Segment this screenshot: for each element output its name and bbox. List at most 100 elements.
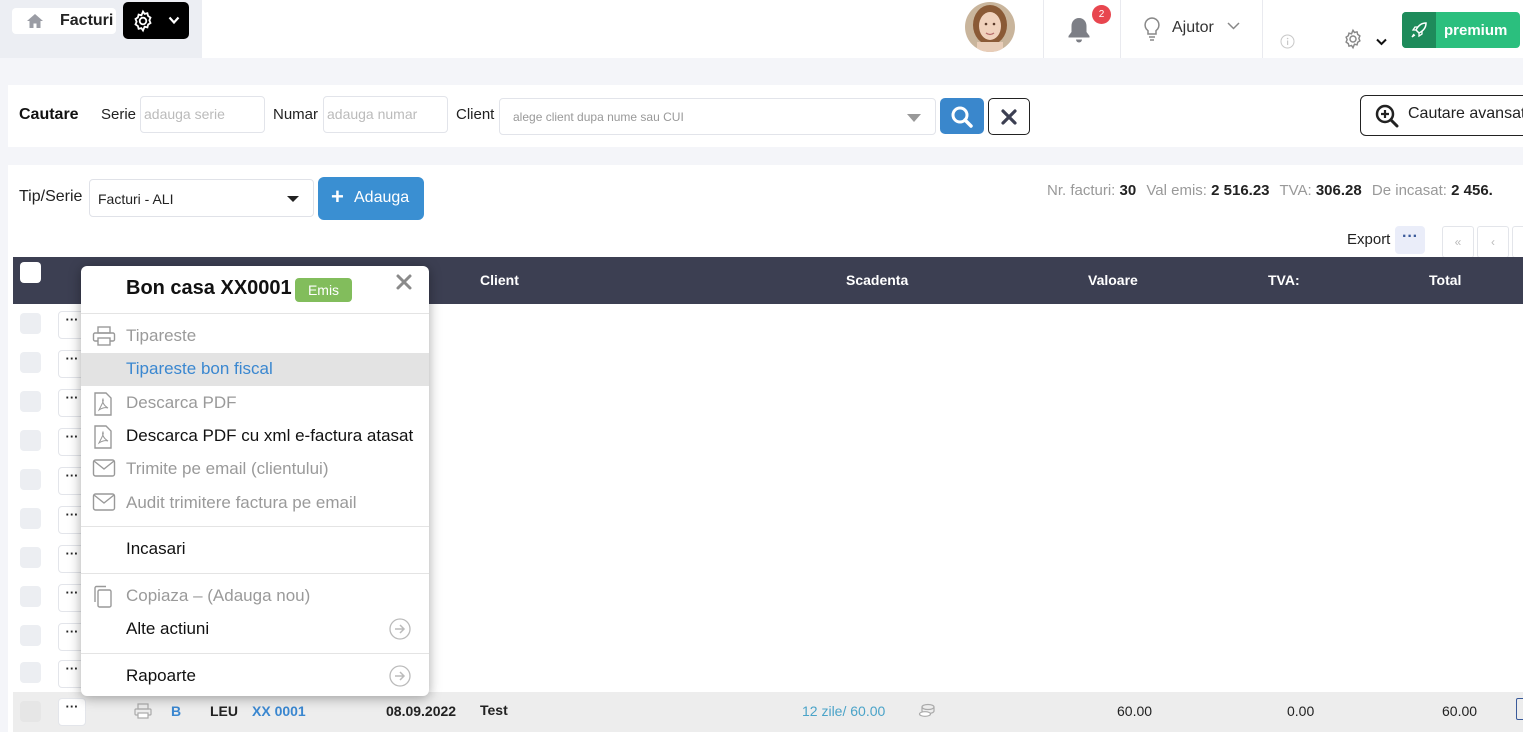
close-icon[interactable] [395, 273, 413, 291]
menu-item-download-pdf[interactable]: Descarca PDF [81, 387, 429, 419]
top-bar: Facturi 2 Ajutor premium [0, 0, 1523, 58]
envelope-icon [92, 493, 116, 511]
menu-item-label: Audit trimitere factura pe email [126, 493, 357, 512]
search-title: Cautare [19, 106, 79, 123]
coins-icon[interactable] [918, 703, 936, 719]
serie-label: Serie [101, 106, 137, 123]
gear-icon[interactable] [1342, 28, 1364, 50]
chevron-down-icon [168, 16, 180, 25]
row-checkbox[interactable] [20, 430, 41, 451]
row-number-link[interactable]: XX 0001 [252, 703, 306, 719]
lightbulb-icon[interactable] [1142, 16, 1162, 42]
search-button[interactable] [940, 98, 984, 134]
plus-icon: + [331, 184, 344, 209]
envelope-icon [92, 459, 116, 477]
menu-item-download-pdf-xml[interactable]: Descarca PDF cu xml e-factura atasat [81, 420, 429, 452]
client-select[interactable]: alege client dupa nume sau CUI [499, 98, 936, 135]
home-tab[interactable]: Facturi [0, 0, 202, 58]
numar-label: Numar [273, 106, 319, 123]
col-client[interactable]: Client [480, 272, 519, 288]
menu-item-label: Trimite pe email (clientului) [126, 459, 329, 478]
menu-item-print-fiscal[interactable]: Tipareste bon fiscal [81, 353, 429, 386]
menu-item-email-audit[interactable]: Audit trimitere factura pe email [81, 487, 429, 519]
menu-title: Bon casa XX0001 [126, 277, 292, 299]
pager-prev-button[interactable]: ‹ [1477, 226, 1509, 258]
tip-serie-select[interactable]: Facturi - ALI [89, 179, 314, 217]
arrow-right-icon [389, 618, 411, 640]
close-icon [1001, 109, 1017, 125]
menu-item-label: Tipareste [126, 326, 197, 345]
row-valoare: 60.00 [1117, 703, 1153, 719]
client-label: Client [456, 106, 495, 123]
row-checkbox[interactable] [20, 547, 41, 568]
chevron-down-icon[interactable] [1227, 22, 1240, 30]
menu-item-label: Incasari [126, 539, 186, 558]
tip-serie-value: Facturi - ALI [98, 191, 174, 207]
row-checkbox[interactable] [20, 625, 41, 646]
settings-dropdown-button[interactable] [123, 2, 189, 39]
add-button[interactable]: + Adauga [318, 177, 424, 220]
stat-label: De incasat: [1371, 182, 1447, 199]
menu-divider [81, 653, 429, 654]
row-checkbox[interactable] [20, 701, 41, 722]
row-checkbox[interactable] [20, 469, 41, 490]
stat-value: 30 [1119, 182, 1137, 199]
gear-icon [134, 9, 152, 33]
avatar[interactable] [965, 2, 1015, 52]
row-total: 60.00 [1442, 703, 1478, 719]
help-menu[interactable]: Ajutor [1172, 19, 1214, 37]
zoom-in-icon [1375, 104, 1399, 128]
menu-item-send-email[interactable]: Trimite pe email (clientului) [81, 453, 429, 485]
export-button[interactable]: ··· [1395, 226, 1425, 254]
row-date: 08.09.2022 [386, 703, 457, 719]
col-scadenta[interactable]: Scadenta [846, 272, 908, 288]
printer-icon[interactable] [134, 703, 152, 719]
menu-divider [81, 313, 429, 314]
menu-item-label: Copiaza – (Adauga nou) [126, 586, 311, 605]
chevron-down-icon[interactable] [1376, 38, 1387, 46]
document-icon[interactable] [1516, 698, 1523, 720]
row-checkbox[interactable] [20, 352, 41, 373]
advanced-search-button[interactable]: Cautare avansata [1360, 95, 1523, 136]
rocket-icon [1411, 22, 1427, 38]
divider [1120, 0, 1121, 58]
home-pill[interactable]: Facturi [12, 8, 116, 34]
printer-icon [92, 326, 116, 346]
page-title: Facturi [60, 12, 114, 29]
advanced-search-label: Cautare avansata [1408, 105, 1523, 122]
select-all-checkbox[interactable] [20, 262, 41, 283]
pager-button[interactable] [1512, 226, 1523, 258]
serie-input[interactable]: adauga serie [140, 96, 265, 133]
row-actions-button[interactable]: ··· [58, 698, 86, 726]
menu-item-label: Tipareste bon fiscal [126, 359, 273, 378]
menu-item-other-actions[interactable]: Alte actiuni [81, 613, 429, 645]
invoice-stats: Nr. facturi: 30 Val emis: 2 516.23 TVA: … [1047, 182, 1499, 199]
stat-label: Val emis: [1146, 182, 1207, 199]
premium-button[interactable]: premium [1402, 12, 1520, 48]
tip-serie-label: Tip/Serie [19, 188, 83, 205]
stat-label: TVA: [1279, 182, 1312, 199]
clear-search-button[interactable] [988, 98, 1030, 135]
menu-divider [81, 526, 429, 527]
col-total[interactable]: Total [1429, 272, 1461, 288]
caret-down-icon [287, 196, 299, 202]
bell-icon[interactable] [1066, 16, 1092, 44]
col-valoare[interactable]: Valoare [1088, 272, 1138, 288]
menu-item-copy[interactable]: Copiaza – (Adauga nou) [81, 580, 429, 612]
row-checkbox[interactable] [20, 508, 41, 529]
row-checkbox[interactable] [20, 313, 41, 334]
col-tva[interactable]: TVA: [1268, 272, 1300, 288]
row-checkbox[interactable] [20, 662, 41, 683]
premium-label: premium [1444, 22, 1508, 39]
row-checkbox[interactable] [20, 586, 41, 607]
pdf-icon [94, 425, 112, 449]
menu-item-incasari[interactable]: Incasari [81, 533, 429, 565]
pager-first-button[interactable]: « [1442, 226, 1474, 258]
row-tva: 0.00 [1287, 703, 1315, 719]
menu-item-reports[interactable]: Rapoarte [81, 660, 429, 692]
info-icon[interactable] [1280, 34, 1295, 49]
menu-item-print[interactable]: Tipareste [81, 320, 429, 352]
menu-item-label: Rapoarte [126, 666, 196, 685]
row-checkbox[interactable] [20, 391, 41, 412]
numar-input[interactable]: adauga numar [323, 96, 448, 133]
